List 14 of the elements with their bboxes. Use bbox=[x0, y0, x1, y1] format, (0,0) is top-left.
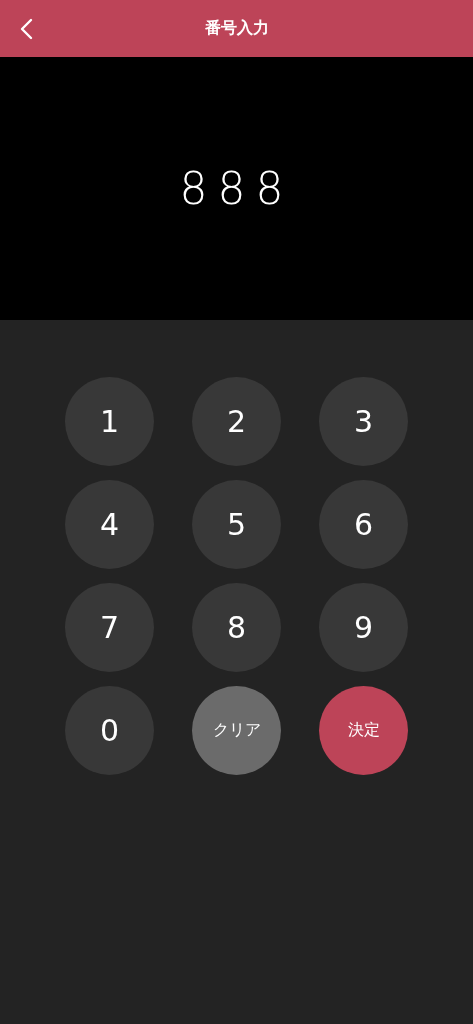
digit-key[interactable]: 5 bbox=[192, 480, 281, 569]
digit-key[interactable]: 4 bbox=[65, 480, 154, 569]
digit-key[interactable]: 2 bbox=[192, 377, 281, 466]
digit-key[interactable]: 0 bbox=[65, 686, 154, 775]
digit-key[interactable]: 1 bbox=[65, 377, 154, 466]
digit-key[interactable]: 6 bbox=[319, 480, 408, 569]
digit-key[interactable]: 9 bbox=[319, 583, 408, 672]
digit-key[interactable]: 8 bbox=[192, 583, 281, 672]
digit-key[interactable]: 7 bbox=[65, 583, 154, 672]
screen-title: 番号入力 bbox=[204, 18, 269, 39]
clear-button[interactable]: クリア bbox=[192, 686, 281, 775]
confirm-button[interactable]: 決定 bbox=[319, 686, 408, 775]
entered-number: 888 bbox=[179, 163, 294, 214]
digit-key[interactable]: 3 bbox=[319, 377, 408, 466]
